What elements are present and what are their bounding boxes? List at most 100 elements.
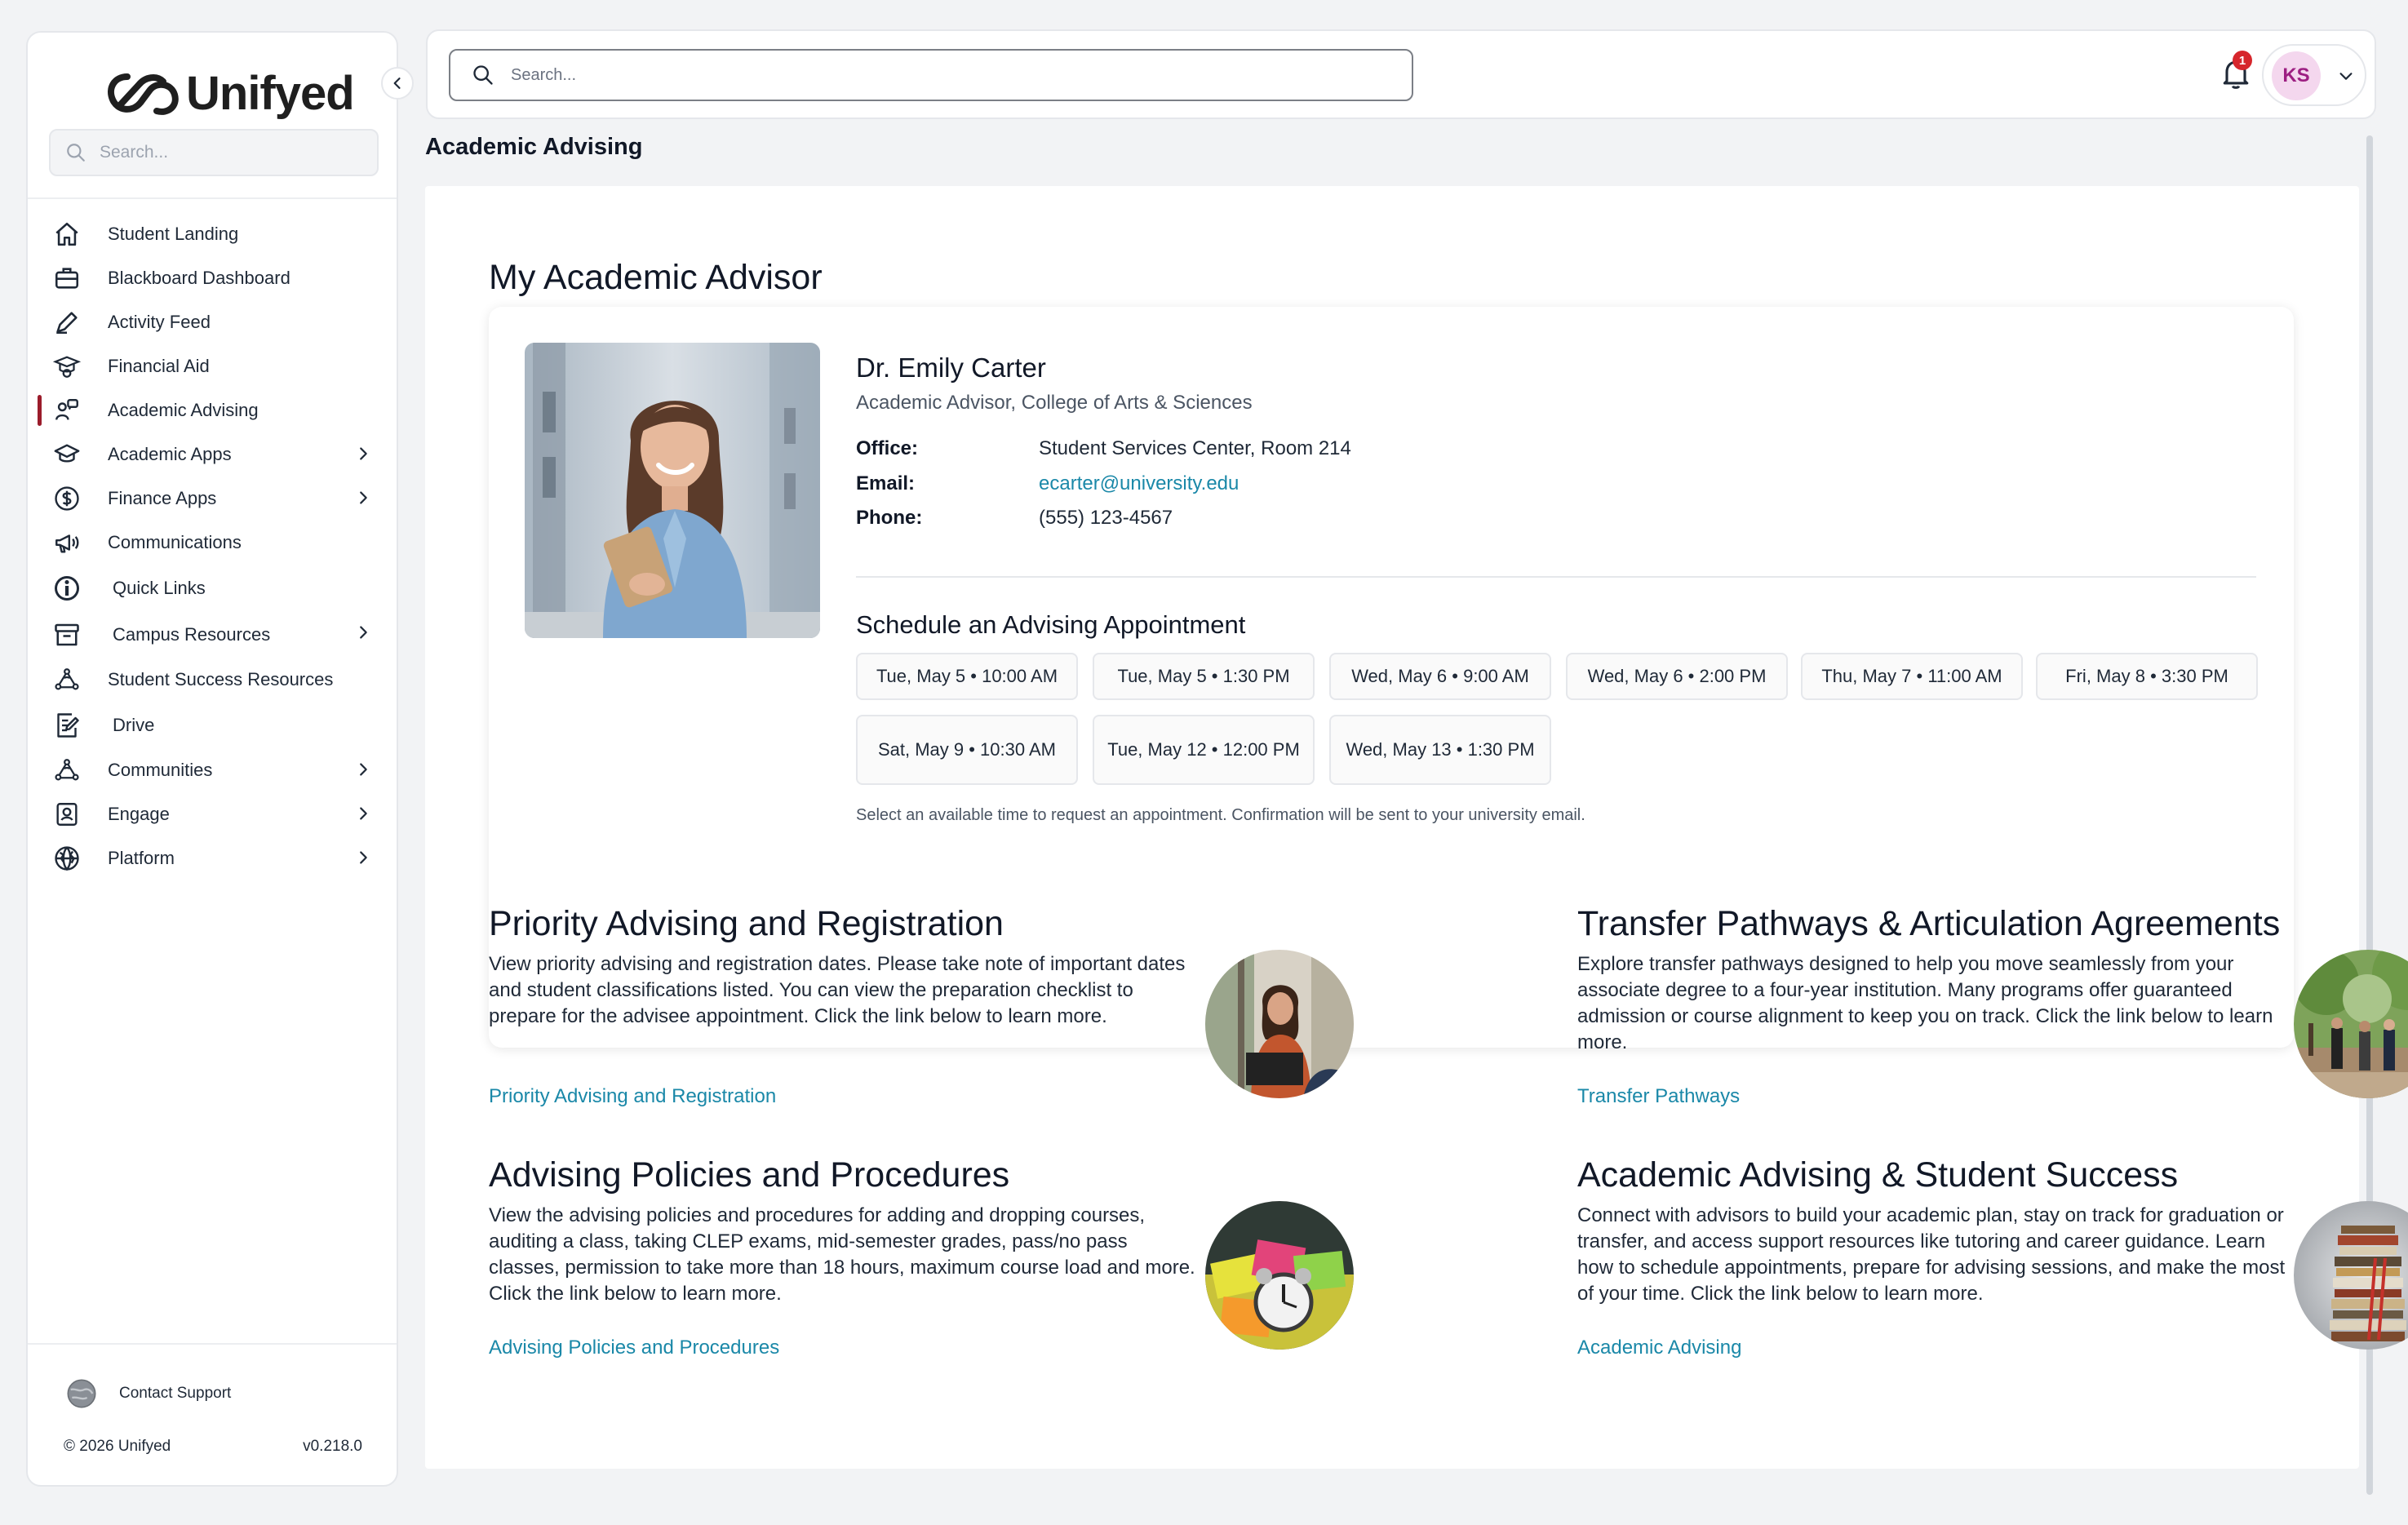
- feature-title: Transfer Pathways & Articulation Agreeme…: [1577, 904, 2281, 943]
- home-icon: [52, 219, 82, 249]
- feature-body: Explore transfer pathways designed to he…: [1577, 953, 2273, 1053]
- sidebar-item-academic-advising[interactable]: Academic Advising: [28, 388, 397, 432]
- mortarboard-icon: [52, 440, 82, 469]
- feature-title: Academic Advising & Student Success: [1577, 1155, 2179, 1195]
- sidebar-item-label: Communities: [108, 760, 213, 780]
- brand-logo[interactable]: Unifyed: [103, 54, 355, 132]
- feature-link[interactable]: Academic Advising: [1577, 1337, 1741, 1359]
- appointment-slot-button[interactable]: Tue, May 5 • 1:30 PM: [1093, 653, 1315, 700]
- feature-transfer-pathways: Transfer Pathways & Articulation Agreeme…: [1577, 904, 2408, 1149]
- sidebar-item-student-landing[interactable]: Student Landing: [28, 212, 397, 256]
- advisor-name: Dr. Emily Carter: [856, 352, 1046, 383]
- people-network-icon: [52, 756, 82, 785]
- collapse-sidebar-button[interactable]: [381, 67, 414, 100]
- schedule-title: Schedule an Advising Appointment: [856, 610, 1246, 639]
- sidebar-item-label: Student Landing: [108, 224, 239, 244]
- sidebar-item-student-success-resources[interactable]: Student Success Resources: [28, 658, 397, 702]
- feature-image: [2294, 1201, 2408, 1350]
- sidebar-item-label: Communications: [108, 532, 242, 552]
- sidebar-item-label: Finance Apps: [108, 488, 217, 508]
- sidebar-item-finance-apps[interactable]: Finance Apps: [28, 477, 397, 521]
- sidebar-footer-divider: [28, 1343, 397, 1345]
- sidebar-item-platform[interactable]: Platform: [28, 836, 397, 880]
- feature-link[interactable]: Advising Policies and Procedures: [489, 1337, 779, 1359]
- advisor-role: Academic Advisor, College of Arts & Scie…: [856, 392, 1253, 414]
- phone-value: (555) 123-4567: [1039, 507, 1173, 529]
- sidebar-item-label: Blackboard Dashboard: [108, 268, 290, 288]
- megaphone-icon: [52, 528, 82, 557]
- contact-support-button[interactable]: Contact Support: [65, 1377, 231, 1410]
- briefcase-icon: [52, 264, 82, 293]
- archive-box-icon: [52, 620, 82, 649]
- feature-image: [1205, 1201, 1354, 1350]
- email-label: Email:: [856, 472, 916, 494]
- chevron-right-icon: [360, 491, 367, 504]
- advising-icon: [52, 396, 82, 425]
- copyright-text: © 2026 Unifyed: [64, 1438, 171, 1455]
- document-edit-icon: [52, 711, 82, 740]
- user-menu-button[interactable]: KS: [2262, 44, 2366, 106]
- global-search-input[interactable]: Search...: [449, 49, 1413, 101]
- feature-link[interactable]: Priority Advising and Registration: [489, 1085, 776, 1108]
- feature-title: Priority Advising and Registration: [489, 904, 1004, 943]
- chevron-right-icon: [360, 626, 367, 639]
- appointment-slot-button[interactable]: Wed, May 13 • 1:30 PM: [1329, 715, 1551, 785]
- feature-advising-policies: Advising Policies and Procedures View th…: [489, 1155, 1354, 1400]
- appointment-slot-button[interactable]: Wed, May 6 • 9:00 AM: [1329, 653, 1551, 700]
- info-circle-icon: [52, 574, 82, 603]
- brand-name: Unifyed: [186, 66, 355, 120]
- global-search-placeholder: Search...: [511, 65, 577, 84]
- sidebar-item-communications[interactable]: Communications: [28, 521, 397, 565]
- office-label: Office:: [856, 437, 919, 459]
- feature-image: [2294, 950, 2408, 1098]
- sidebar-item-label: Campus Resources: [113, 623, 271, 645]
- sidebar-item-label: Quick Links: [113, 577, 206, 598]
- feature-academic-advising-success: Academic Advising & Student Success Conn…: [1577, 1155, 2408, 1400]
- dollar-icon: [52, 484, 82, 513]
- sidebar: Unifyed Search... Student Landing Blackb…: [26, 31, 398, 1487]
- sidebar-item-activity-feed[interactable]: Activity Feed: [28, 300, 397, 344]
- search-icon: [473, 65, 493, 85]
- sidebar-item-communities[interactable]: Communities: [28, 748, 397, 792]
- appointment-slot-button[interactable]: Tue, May 5 • 10:00 AM: [856, 653, 1078, 700]
- top-bar: Search... 1 KS: [426, 29, 2376, 119]
- sidebar-search-input[interactable]: Search...: [49, 129, 379, 176]
- sidebar-item-drive[interactable]: Drive: [28, 702, 397, 748]
- feature-link[interactable]: Transfer Pathways: [1577, 1085, 1740, 1108]
- avatar: KS: [2272, 51, 2321, 100]
- chevron-right-icon: [360, 763, 367, 776]
- advisor-email-link[interactable]: ecarter@university.edu: [1039, 472, 1239, 495]
- support-globe-icon: [67, 1379, 96, 1408]
- office-value: Student Services Center, Room 214: [1039, 437, 1351, 459]
- appointment-slot-button[interactable]: Sat, May 9 • 10:30 AM: [856, 715, 1078, 785]
- sidebar-item-campus-resources[interactable]: Campus Resources: [28, 611, 397, 658]
- sidebar-item-label: Student Success Resources: [108, 669, 334, 689]
- feature-title: Advising Policies and Procedures: [489, 1155, 1010, 1195]
- sidebar-item-label: Financial Aid: [108, 356, 210, 376]
- sidebar-item-label: Platform: [108, 848, 175, 868]
- chevron-left-icon: [393, 78, 401, 89]
- chevron-right-icon: [360, 807, 367, 820]
- sidebar-item-academic-apps[interactable]: Academic Apps: [28, 432, 397, 477]
- people-network-icon: [52, 665, 82, 694]
- feature-priority-advising: Priority Advising and Registration View …: [489, 904, 1354, 1149]
- main-content: My Academic Advisor Dr. Emily Carter Aca…: [425, 186, 2408, 1469]
- appointment-slot-button[interactable]: Tue, May 12 • 12:00 PM: [1093, 715, 1315, 785]
- sidebar-item-label: Engage: [108, 804, 170, 824]
- sidebar-item-label: Activity Feed: [108, 312, 211, 332]
- sidebar-item-financial-aid[interactable]: Financial Aid: [28, 344, 397, 388]
- notification-badge: 1: [2233, 51, 2252, 70]
- sidebar-item-engage[interactable]: Engage: [28, 792, 397, 836]
- appointment-slot-button[interactable]: Wed, May 6 • 2:00 PM: [1566, 653, 1788, 700]
- schedule-note: Select an available time to request an a…: [856, 806, 1585, 824]
- sidebar-item-blackboard-dashboard[interactable]: Blackboard Dashboard: [28, 256, 397, 300]
- contact-support-label: Contact Support: [119, 1385, 232, 1402]
- sidebar-item-quick-links[interactable]: Quick Links: [28, 565, 397, 611]
- advisor-section-title: My Academic Advisor: [489, 258, 823, 297]
- globe-icon: [52, 844, 82, 873]
- appointment-slot-button[interactable]: Thu, May 7 • 11:00 AM: [1801, 653, 2023, 700]
- appointment-slot-button[interactable]: Fri, May 8 • 3:30 PM: [2036, 653, 2258, 700]
- chevron-right-icon: [360, 851, 367, 864]
- card-divider: [856, 576, 2256, 578]
- unifyed-logo-icon: [108, 73, 179, 115]
